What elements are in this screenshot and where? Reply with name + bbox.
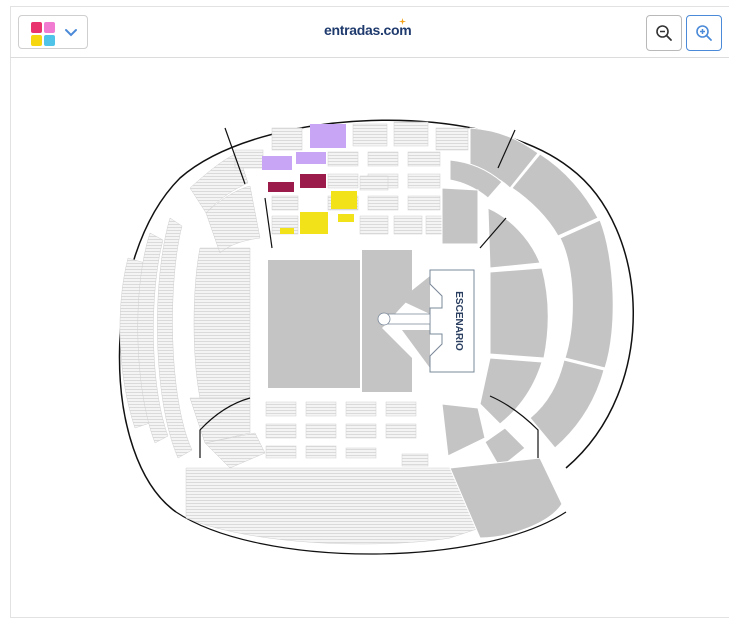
color-legend-button[interactable] [18, 15, 88, 49]
legend-swatch-cyan [44, 35, 55, 46]
zoom-out-icon [656, 25, 672, 41]
seat-map[interactable]: ESCENARIO [10, 58, 729, 618]
legend-swatch-pink [31, 22, 42, 33]
section-purple-1[interactable] [310, 124, 346, 148]
zoom-in-icon [696, 25, 712, 41]
zoom-out-button[interactable] [646, 15, 682, 51]
west-stand[interactable] [119, 152, 266, 469]
stage-label: ESCENARIO [453, 291, 464, 351]
section-purple-2[interactable] [262, 156, 292, 170]
section-yellow-2[interactable] [300, 212, 328, 234]
section-yellow-4[interactable] [338, 214, 354, 222]
zoom-in-button[interactable] [686, 15, 722, 51]
floor-pista-a[interactable] [268, 260, 360, 388]
star-icon [399, 18, 406, 25]
section-purple-3[interactable] [296, 152, 326, 164]
section-yellow-3[interactable] [280, 228, 294, 234]
legend-swatch-magenta [44, 22, 55, 33]
section-yellow-1[interactable] [331, 191, 357, 209]
brand-logo[interactable]: entradas.com [324, 18, 412, 38]
chevron-down-icon [65, 29, 77, 37]
legend-swatch-yellow [31, 35, 42, 46]
section-crimson-2[interactable] [300, 174, 326, 188]
stadium-map-svg[interactable]: ESCENARIO [10, 58, 729, 618]
section-crimson-1[interactable] [268, 182, 294, 192]
